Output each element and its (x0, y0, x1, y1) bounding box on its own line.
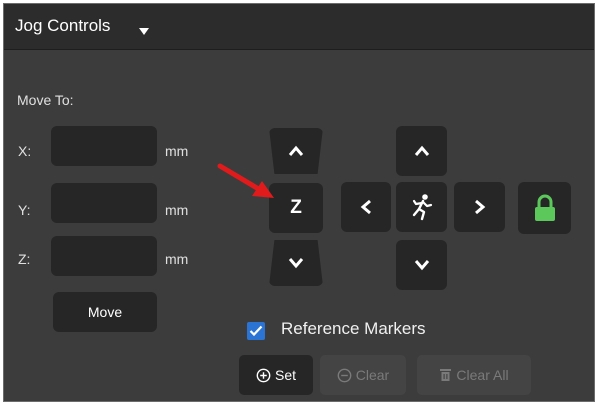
trash-icon (440, 369, 452, 381)
z-up-button[interactable] (269, 128, 323, 174)
clear-marker-label: Clear (355, 367, 390, 383)
x-axis-label: X: (18, 143, 32, 159)
plus-circle-icon (256, 368, 271, 382)
set-marker-button[interactable]: Set (239, 355, 313, 395)
running-person-icon (412, 194, 432, 221)
move-button-label: Move (87, 304, 123, 320)
y-axis-label: Y: (18, 202, 31, 218)
lock-button[interactable] (518, 182, 571, 234)
chevron-up-icon (288, 145, 304, 156)
xy-home-button[interactable] (396, 182, 447, 232)
screenshot-root: Jog Controls Move To: X: mm Y: mm Z: mm … (0, 0, 602, 405)
chevron-up-icon (414, 145, 429, 156)
y-unit-label: mm (165, 202, 189, 218)
reference-markers-label: Reference Markers (281, 319, 426, 338)
z-down-button[interactable] (269, 240, 323, 286)
chevron-right-icon (474, 199, 485, 215)
z-label: Z (290, 197, 302, 218)
clear-marker-button[interactable]: Clear (320, 355, 406, 395)
z-unit-label: mm (165, 251, 189, 267)
caret-down-icon[interactable] (139, 28, 149, 35)
panel-title: Jog Controls (15, 16, 111, 35)
x-unit-label: mm (165, 143, 189, 159)
y-down-button[interactable] (396, 240, 447, 290)
set-marker-label: Set (274, 367, 296, 383)
panel-header[interactable]: Jog Controls (4, 4, 594, 50)
reference-markers-checkbox[interactable] (247, 322, 265, 340)
move-to-heading: Move To: (17, 92, 74, 108)
x-right-button[interactable] (454, 182, 505, 232)
z-axis-label: Z: (18, 251, 31, 267)
minus-circle-icon (337, 368, 352, 382)
clear-all-markers-label: Clear All (456, 367, 509, 383)
x-left-button[interactable] (341, 182, 391, 232)
lock-icon (534, 194, 555, 221)
jog-controls-panel: Jog Controls Move To: X: mm Y: mm Z: mm … (3, 3, 595, 402)
y-up-button[interactable] (396, 126, 447, 176)
move-button[interactable]: Move (53, 292, 157, 332)
chevron-left-icon (360, 199, 371, 215)
clear-all-markers-button[interactable]: Clear All (417, 355, 531, 395)
z-home-button[interactable]: Z (269, 183, 323, 233)
chevron-down-icon (414, 260, 429, 271)
x-input[interactable] (51, 126, 157, 166)
chevron-down-icon (288, 258, 304, 269)
checkmark-icon (249, 325, 263, 337)
z-input[interactable] (51, 236, 157, 276)
y-input[interactable] (51, 183, 157, 223)
